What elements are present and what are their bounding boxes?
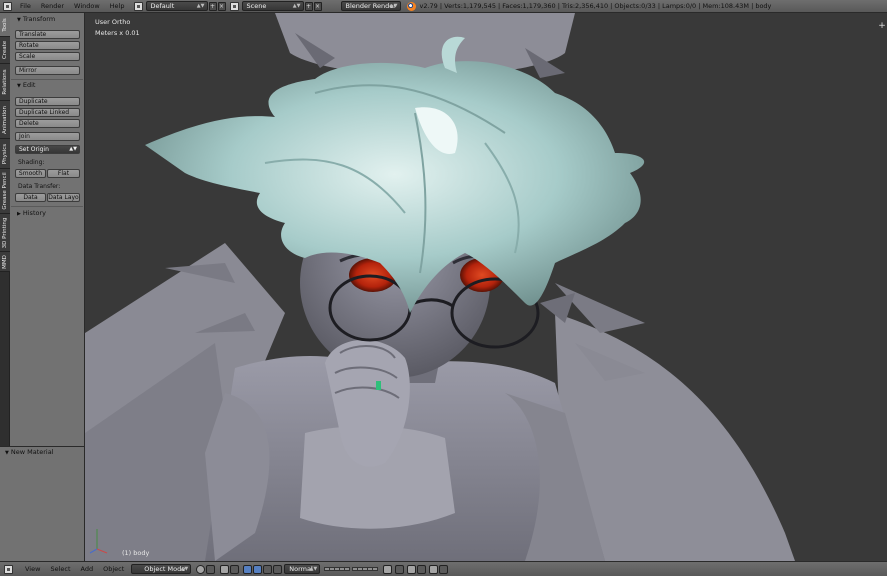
tab-animation[interactable]: Animation [0, 101, 10, 139]
delete-button[interactable]: Delete [15, 119, 80, 128]
render-engine-value: Blender Render [345, 2, 396, 10]
duplicate-linked-button[interactable]: Duplicate Linked [15, 108, 80, 117]
tab-create[interactable]: Create [0, 37, 10, 64]
dropdown-arrows-icon: ▲▼ [69, 146, 77, 152]
info-header: File Render Window Help Default ▲▼ + × S… [0, 0, 887, 13]
object-name-label: (1) body [122, 549, 150, 557]
render-engine-select[interactable]: Blender Render ▲▼ [340, 1, 401, 11]
pivot-dropdown-icon[interactable] [230, 564, 240, 574]
rotate-button[interactable]: Rotate [15, 41, 80, 50]
menu-select[interactable]: Select [45, 565, 75, 573]
properties-toggle-icon[interactable]: + [878, 22, 886, 31]
snap-element-icon[interactable] [417, 564, 427, 574]
collapse-triangle-icon: ▼ [17, 83, 21, 89]
dropdown-arrows-icon: ▲▼ [309, 566, 318, 572]
render-animation-icon[interactable] [439, 564, 449, 574]
tab-tools[interactable]: Tools [0, 13, 10, 37]
view-name-label: User Ortho [95, 18, 131, 26]
set-origin-label: Set Origin [19, 146, 49, 153]
menu-window[interactable]: Window [69, 2, 105, 10]
snap-toggle-icon[interactable] [407, 564, 417, 574]
remove-layout-icon[interactable]: × [217, 1, 226, 11]
menu-view[interactable]: View [20, 565, 45, 573]
data-transfer-button[interactable]: Data [15, 193, 46, 202]
proportional-edit-icon[interactable] [395, 564, 405, 574]
menu-render[interactable]: Render [36, 2, 69, 10]
set-origin-dropdown[interactable]: Set Origin ▲▼ [15, 145, 80, 154]
scale-button[interactable]: Scale [15, 52, 80, 61]
scene-statistics: v2.79 | Verts:1,179,545 | Faces:1,179,36… [419, 2, 772, 10]
dropdown-arrows-icon: ▲▼ [180, 566, 189, 572]
duplicate-button[interactable]: Duplicate [15, 97, 80, 106]
layer-5[interactable] [344, 567, 351, 571]
dropdown-arrows-icon: ▲▼ [389, 3, 398, 9]
screen-layout-select[interactable]: Default ▲▼ [145, 1, 208, 11]
screen-layout-value: Default [150, 2, 175, 10]
dropdown-arrows-icon: ▲▼ [292, 3, 301, 9]
scale-manipulator-icon[interactable] [273, 564, 283, 574]
shading-dropdown-icon[interactable] [206, 564, 216, 574]
character-model-render [85, 13, 795, 561]
layer-10[interactable] [372, 567, 379, 571]
render-preview-icon[interactable] [429, 564, 439, 574]
translate-manipulator-icon[interactable] [253, 564, 263, 574]
editor-type-icon[interactable] [3, 1, 12, 11]
add-scene-icon[interactable]: + [304, 1, 313, 11]
transform-panel-header[interactable]: ▼ Transform [10, 14, 85, 25]
pivot-point-icon[interactable] [220, 564, 230, 574]
mode-value: Object Mode [144, 565, 186, 573]
tab-grease-pencil[interactable]: Grease Pencil [0, 169, 10, 214]
screen-layout-icon[interactable] [133, 1, 143, 11]
history-panel-header[interactable]: ▶ History [10, 208, 85, 219]
tab-mmd[interactable]: MMD [0, 252, 10, 272]
tool-shelf: ▼ Transform Translate Rotate Scale Mirror… [10, 13, 85, 446]
edit-panel-header[interactable]: ▼ Edit [10, 80, 85, 91]
green-gem [376, 381, 381, 390]
smooth-shading-button[interactable]: Smooth [15, 169, 46, 178]
menu-file[interactable]: File [15, 2, 36, 10]
shading-label: Shading: [18, 159, 45, 166]
dropdown-arrows-icon: ▲▼ [196, 3, 205, 9]
material-panel: ▼ New Material [0, 446, 85, 561]
translate-button[interactable]: Translate [15, 30, 80, 39]
viewport-shading-icon[interactable] [196, 564, 206, 574]
collapse-triangle-icon: ▼ [17, 17, 21, 23]
mode-select[interactable]: Object Mode ▲▼ [131, 564, 192, 574]
collapse-triangle-icon: ▼ [5, 450, 9, 456]
transform-orientation-select[interactable]: Normal ▲▼ [284, 564, 321, 574]
flat-shading-button[interactable]: Flat [47, 169, 80, 178]
units-label: Meters x 0.01 [95, 29, 140, 37]
menu-object[interactable]: Object [98, 565, 129, 573]
lock-layers-icon[interactable] [383, 564, 393, 574]
tab-3d-printing[interactable]: 3D Printing [0, 214, 10, 252]
menu-help[interactable]: Help [105, 2, 130, 10]
data-layout-button[interactable]: Data Layo [47, 193, 80, 202]
data-transfer-label: Data Transfer: [18, 183, 61, 190]
tab-relations[interactable]: Relations [0, 64, 10, 101]
editor-type-icon[interactable] [4, 564, 13, 574]
scene-icon[interactable] [229, 1, 239, 11]
menu-add[interactable]: Add [76, 565, 99, 573]
panel-divider [11, 206, 83, 207]
new-material-header[interactable]: ▼ New Material [0, 447, 75, 458]
remove-scene-icon[interactable]: × [313, 1, 322, 11]
3d-view-header: View Select Add Object Object Mode ▲▼ No… [0, 561, 887, 576]
blender-logo-icon [406, 1, 416, 11]
join-button[interactable]: Join [15, 132, 80, 141]
scene-value: Scene [246, 2, 267, 10]
mirror-button[interactable]: Mirror [15, 66, 80, 75]
tab-physics[interactable]: Physics [0, 139, 10, 169]
3d-viewport[interactable]: User Ortho Meters x 0.01 (1) body + [85, 13, 887, 561]
manipulator-toggle-icon[interactable] [243, 564, 253, 574]
add-layout-icon[interactable]: + [208, 1, 217, 11]
expand-triangle-icon: ▶ [17, 211, 21, 217]
layer-buttons[interactable] [324, 567, 379, 571]
rotate-manipulator-icon[interactable] [263, 564, 273, 574]
scene-select[interactable]: Scene ▲▼ [241, 1, 304, 11]
